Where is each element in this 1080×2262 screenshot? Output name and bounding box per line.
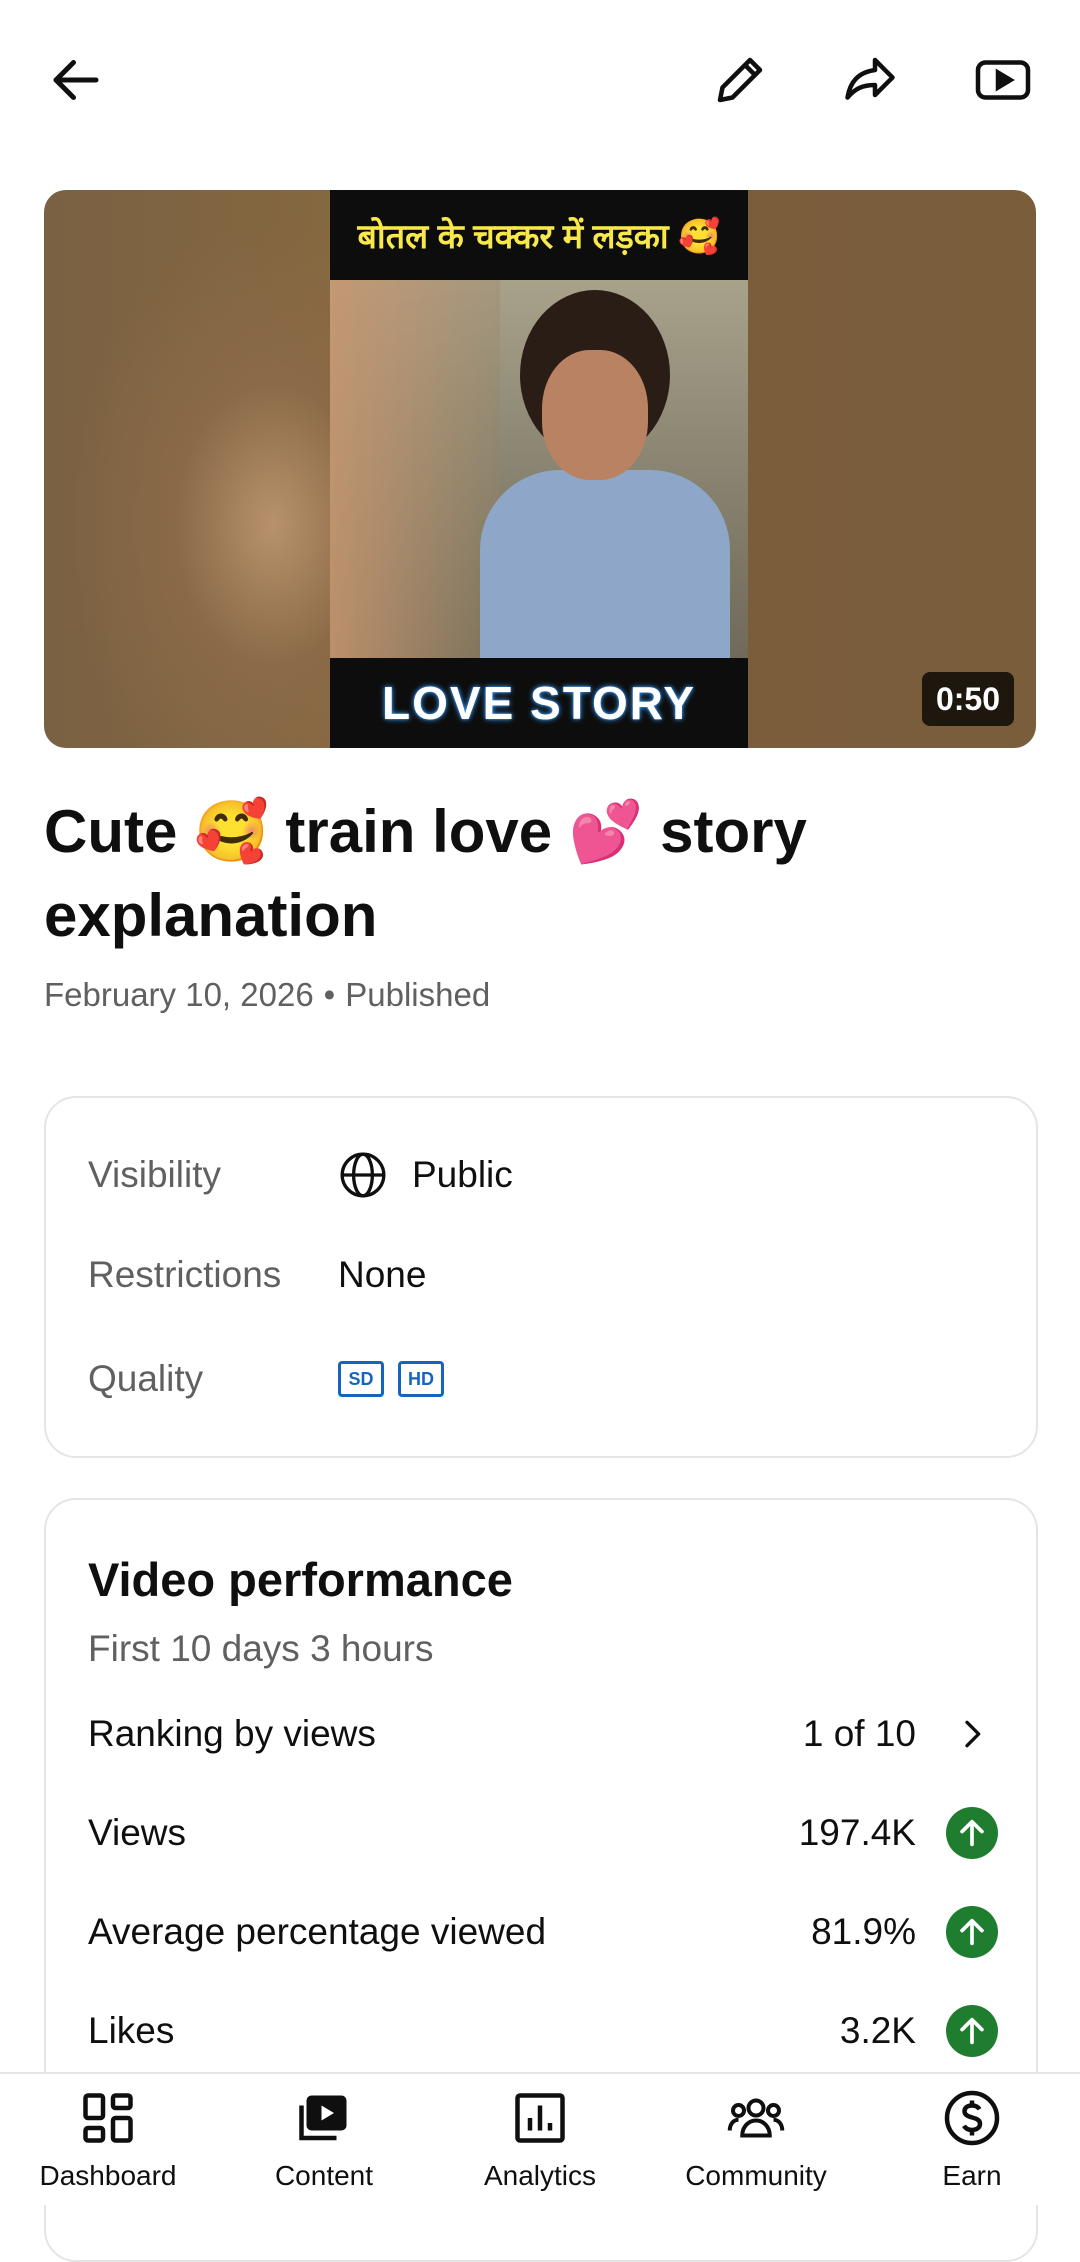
nav-label: Community: [685, 2160, 827, 2191]
visibility-label: Visibility: [88, 1154, 221, 1195]
performance-title: Video performance: [88, 1553, 513, 1606]
analytics-icon: [515, 2093, 565, 2143]
metric-label: Average percentage viewed: [88, 1911, 547, 1952]
community-icon: [727, 2098, 785, 2138]
thumbnail-frame: बोतल के चक्कर में लड़का 🥰 LOVE STORY: [330, 190, 748, 748]
back-button[interactable]: [36, 40, 116, 120]
likes-row[interactable]: Likes 3.2K: [88, 2001, 998, 2061]
top-app-bar: [0, 0, 1080, 160]
duration-badge: 0:50: [921, 672, 1014, 726]
publish-date: February 10, 2026: [44, 976, 314, 1013]
bottom-navigation: Dashboard Content Analytics Community Ea…: [0, 2072, 1080, 2205]
video-thumbnail[interactable]: बोतल के चक्कर में लड़का 🥰 LOVE STORY 0:5…: [44, 190, 1036, 748]
nav-label: Earn: [942, 2160, 1002, 2191]
thumbnail-scene: [330, 280, 748, 658]
earn-icon: [944, 2090, 1000, 2146]
metric-value: 3.2K: [839, 2010, 916, 2051]
arrow-up-icon: [946, 2005, 998, 2057]
nav-content[interactable]: Content: [216, 2074, 432, 2205]
share-button[interactable]: [830, 40, 910, 120]
quality-row: Quality SD HD: [88, 1358, 458, 1400]
thumbnail-bottom-caption: LOVE STORY: [382, 677, 696, 729]
nav-label: Content: [274, 2160, 374, 2191]
dashboard-icon: [83, 2093, 133, 2143]
globe-icon: [340, 1152, 386, 1198]
metric-value: 81.9%: [811, 1911, 916, 1952]
restrictions-row[interactable]: Restrictions None: [88, 1254, 426, 1296]
nav-earn[interactable]: Earn: [864, 2074, 1080, 2205]
views-row[interactable]: Views 197.4K: [88, 1803, 998, 1863]
thumbnail-blurred-background: [44, 190, 330, 748]
video-meta: February 10, 2026 • Published: [44, 976, 490, 1014]
thumbnail-top-caption: बोतल के चक्कर में लड़का 🥰: [357, 218, 721, 256]
sd-badge-icon: SD: [338, 1361, 384, 1397]
youtube-play-icon: [975, 60, 1031, 100]
share-icon: [845, 57, 895, 100]
metric-label: Likes: [88, 2010, 175, 2051]
metric-value: 197.4K: [798, 1812, 916, 1853]
nav-community[interactable]: Community: [648, 2074, 864, 2205]
nav-analytics[interactable]: Analytics: [432, 2074, 648, 2205]
video-details-card: Visibility Public Restrictions None Qual…: [44, 1096, 1038, 1458]
watch-on-youtube-button[interactable]: [963, 40, 1043, 120]
avg-percentage-viewed-row[interactable]: Average percentage viewed 81.9%: [88, 1902, 998, 1962]
ranking-row[interactable]: Ranking by views 1 of 10: [88, 1704, 998, 1764]
restrictions-value: None: [338, 1254, 427, 1295]
chevron-right-icon: [946, 1708, 998, 1760]
edit-button[interactable]: [700, 40, 780, 120]
metric-label: Views: [88, 1812, 187, 1853]
visibility-value: Public: [412, 1154, 513, 1195]
quality-label: Quality: [88, 1358, 204, 1399]
nav-label: Dashboard: [39, 2160, 177, 2191]
visibility-row[interactable]: Visibility Public: [88, 1150, 513, 1200]
nav-dashboard[interactable]: Dashboard: [0, 2074, 216, 2205]
arrow-up-icon: [946, 1807, 998, 1859]
content-icon: [299, 2095, 347, 2141]
arrow-up-icon: [946, 1906, 998, 1958]
arrow-left-icon: [53, 60, 99, 100]
metric-label: Ranking by views: [88, 1713, 376, 1754]
publish-status: Published: [345, 976, 491, 1013]
hd-badge-icon: HD: [398, 1361, 444, 1397]
video-title: Cute 🥰 train love 💕 story explanation: [44, 798, 807, 949]
pencil-icon: [717, 57, 763, 103]
performance-subtitle: First 10 days 3 hours: [88, 1628, 434, 1669]
nav-label: Analytics: [483, 2160, 597, 2191]
metric-value: 1 of 10: [802, 1713, 916, 1754]
restrictions-label: Restrictions: [88, 1254, 282, 1295]
meta-separator: •: [323, 976, 336, 1013]
